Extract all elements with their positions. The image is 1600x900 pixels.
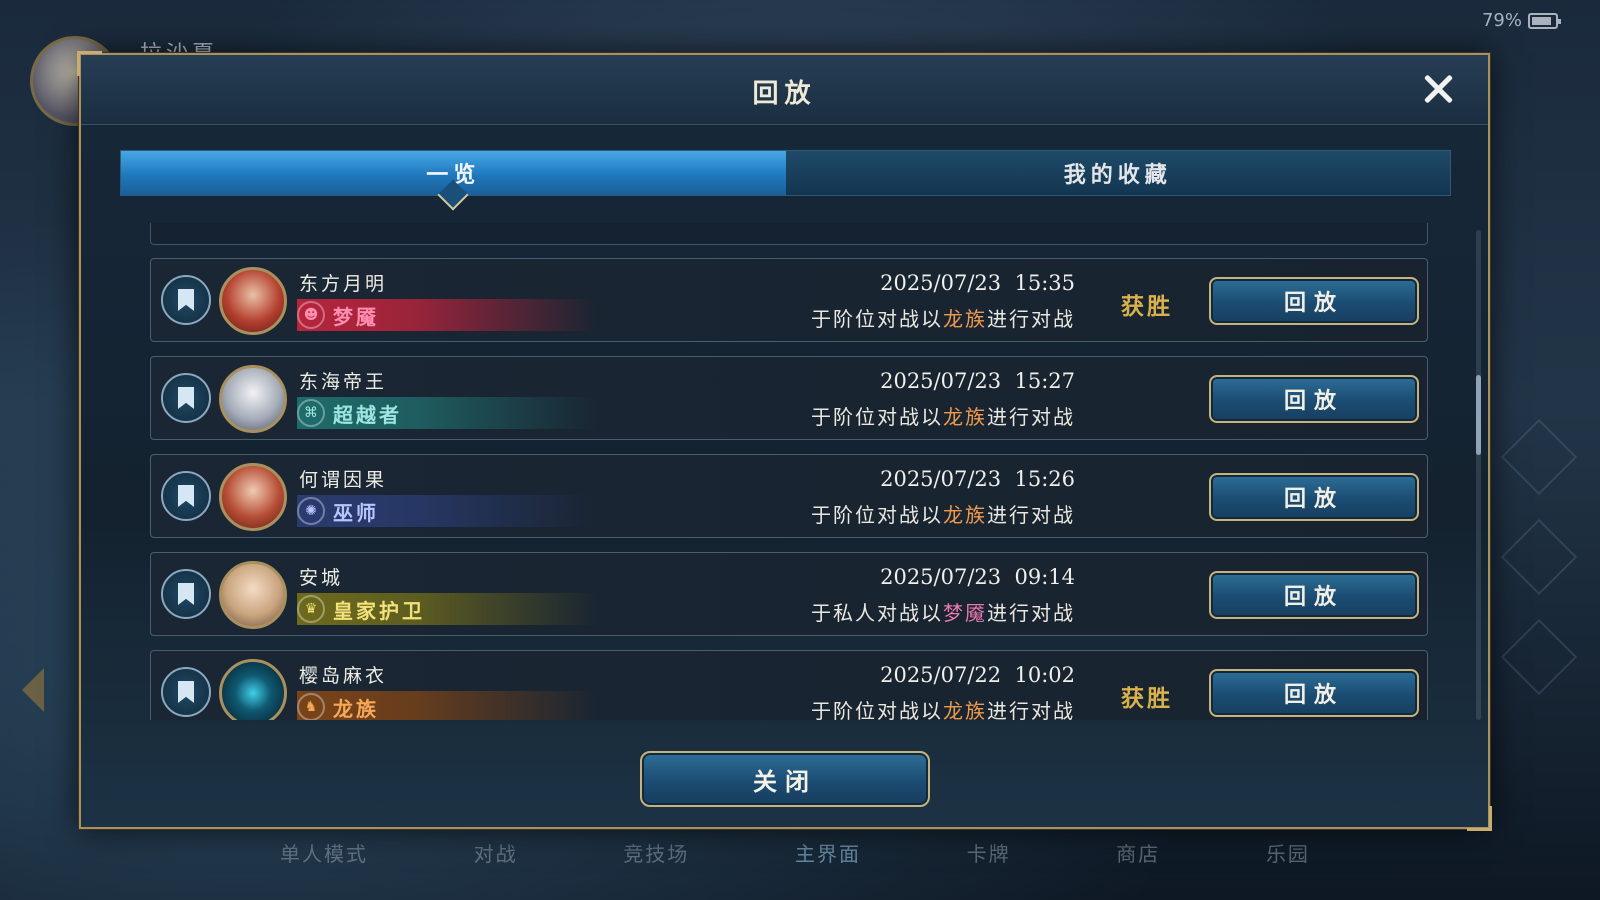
status-bar: 79% — [1481, 10, 1561, 31]
replay-button[interactable]: 回放 — [1209, 473, 1419, 521]
favorite-bookmark-icon[interactable] — [161, 667, 211, 717]
dialog-title: 回放 — [752, 79, 817, 109]
match-datetime: 2025/07/23 15:35 — [880, 271, 1075, 295]
class-name: 超越者 — [333, 402, 402, 427]
replay-button[interactable]: 回放 — [1209, 277, 1419, 325]
dragon-icon: ♞ — [297, 693, 325, 720]
opponent-class: ⌘ 超越者 — [297, 397, 597, 429]
desc-prefix: 于阶位对战以 — [811, 503, 943, 527]
close-button[interactable]: 关闭 — [640, 751, 930, 807]
class-name: 皇家护卫 — [333, 598, 425, 623]
close-icon[interactable] — [1418, 69, 1458, 109]
favorite-bookmark-icon[interactable] — [161, 471, 211, 521]
opponent-avatar[interactable] — [219, 267, 287, 335]
opponent-avatar[interactable] — [219, 463, 287, 531]
desc-prefix: 于阶位对战以 — [811, 699, 943, 720]
left-arrow-icon — [22, 668, 44, 712]
replay-record: 安城 ♛ 皇家护卫 2025/07/23 09:14 于私人对战以梦魇进行对战 … — [150, 552, 1428, 636]
opponent-name: 何谓因果 — [299, 469, 388, 491]
bottom-nav-item: 主界面 — [794, 842, 861, 866]
desc-class: 龙族 — [943, 307, 987, 331]
desc-prefix: 于阶位对战以 — [811, 307, 943, 331]
opponent-name: 东方月明 — [299, 273, 388, 295]
opponent-name: 东海帝王 — [299, 371, 388, 393]
desc-prefix: 于阶位对战以 — [811, 405, 943, 429]
match-description: 于私人对战以梦魇进行对战 — [811, 597, 1075, 626]
desc-class: 龙族 — [943, 503, 987, 527]
transcendent-icon: ⌘ — [297, 399, 325, 427]
opponent-class: ♞ 龙族 — [297, 691, 597, 720]
match-description: 于阶位对战以龙族进行对战 — [811, 499, 1075, 528]
desc-suffix: 进行对战 — [987, 699, 1075, 720]
tab-favorites[interactable]: 我的收藏 — [785, 151, 1450, 195]
opponent-class: ☻ 梦魇 — [297, 299, 597, 331]
match-datetime: 2025/07/22 10:02 — [880, 663, 1075, 687]
battery-text: 79% — [1481, 10, 1522, 31]
class-name: 龙族 — [333, 696, 379, 721]
royal-crown-icon: ♛ — [297, 595, 325, 623]
match-datetime: 2025/07/23 15:26 — [880, 467, 1075, 491]
class-name: 巫师 — [333, 500, 379, 525]
replay-record: 东方月明 ☻ 梦魇 2025/07/23 15:35 于阶位对战以龙族进行对战 … — [150, 258, 1428, 342]
replay-dialog: 回放 一览 我的收藏 东方月明 ☻ 梦魇 2025/07/23 15:35 于阶… — [77, 51, 1492, 831]
list-item-partial — [150, 223, 1428, 245]
tab-overview[interactable]: 一览 — [121, 151, 786, 211]
replay-record: 樱岛麻衣 ♞ 龙族 2025/07/22 10:02 于阶位对战以龙族进行对战 … — [150, 650, 1428, 720]
replay-record: 何谓因果 ✺ 巫师 2025/07/23 15:26 于阶位对战以龙族进行对战 … — [150, 454, 1428, 538]
match-description: 于阶位对战以龙族进行对战 — [811, 303, 1075, 332]
opponent-avatar[interactable] — [219, 561, 287, 629]
bottom-nav-item: 商店 — [1116, 842, 1161, 866]
desc-prefix: 于私人对战以 — [811, 601, 943, 625]
result-badge: 获胜 — [1121, 293, 1173, 320]
replay-button[interactable]: 回放 — [1209, 571, 1419, 619]
match-description: 于阶位对战以龙族进行对战 — [811, 401, 1075, 430]
scrollbar-thumb[interactable] — [1476, 375, 1481, 455]
opponent-class: ♛ 皇家护卫 — [297, 593, 597, 625]
battery-icon — [1528, 12, 1561, 29]
witch-icon: ✺ — [297, 497, 325, 525]
replay-list[interactable]: 东方月明 ☻ 梦魇 2025/07/23 15:35 于阶位对战以龙族进行对战 … — [150, 223, 1430, 720]
desc-class: 龙族 — [943, 405, 987, 429]
bottom-nav-item: 卡牌 — [966, 842, 1011, 866]
bottom-nav-item: 竞技场 — [623, 842, 690, 866]
result-badge: 获胜 — [1121, 685, 1173, 712]
opponent-avatar[interactable] — [219, 659, 287, 720]
desc-class: 梦魇 — [943, 601, 987, 625]
desc-suffix: 进行对战 — [987, 601, 1075, 625]
scrollbar[interactable] — [1476, 230, 1481, 720]
desc-suffix: 进行对战 — [987, 503, 1075, 527]
bottom-nav: 单人模式 对战 竞技场 主界面 卡牌 商店 乐园 — [280, 838, 1310, 867]
replay-button[interactable]: 回放 — [1209, 669, 1419, 717]
match-description: 于阶位对战以龙族进行对战 — [811, 695, 1075, 720]
desc-suffix: 进行对战 — [987, 405, 1075, 429]
tab-label: 我的收藏 — [1063, 162, 1172, 188]
match-datetime: 2025/07/23 09:14 — [880, 565, 1075, 589]
nightmare-icon: ☻ — [297, 301, 325, 329]
replay-record: 东海帝王 ⌘ 超越者 2025/07/23 15:27 于阶位对战以龙族进行对战… — [150, 356, 1428, 440]
opponent-class: ✺ 巫师 — [297, 495, 597, 527]
bottom-nav-item: 乐园 — [1265, 842, 1310, 866]
opponent-name: 樱岛麻衣 — [299, 665, 388, 687]
opponent-name: 安城 — [299, 567, 344, 589]
replay-button[interactable]: 回放 — [1209, 375, 1419, 423]
bottom-nav-item: 对战 — [473, 842, 518, 866]
favorite-bookmark-icon[interactable] — [161, 275, 211, 325]
match-datetime: 2025/07/23 15:27 — [880, 369, 1075, 393]
dialog-header: 回放 — [81, 55, 1488, 125]
favorite-bookmark-icon[interactable] — [161, 373, 211, 423]
opponent-avatar[interactable] — [219, 365, 287, 433]
favorite-bookmark-icon[interactable] — [161, 569, 211, 619]
desc-suffix: 进行对战 — [987, 307, 1075, 331]
bottom-nav-item: 单人模式 — [280, 842, 368, 866]
desc-class: 龙族 — [943, 699, 987, 720]
tab-bar: 一览 我的收藏 — [120, 150, 1451, 211]
class-name: 梦魇 — [333, 304, 379, 329]
